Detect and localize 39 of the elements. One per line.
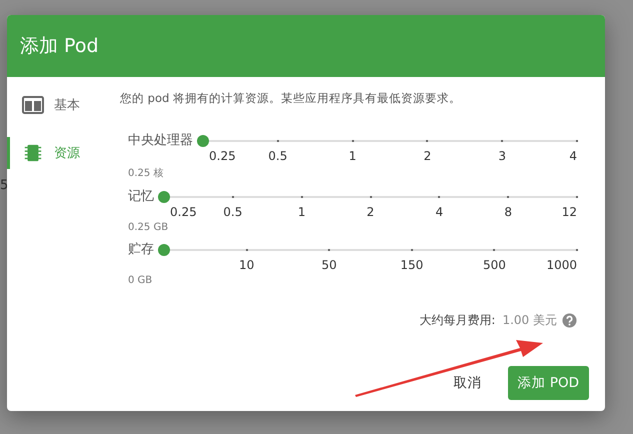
slider-mark-label: 8 <box>504 205 512 219</box>
help-icon[interactable] <box>562 313 577 328</box>
cost-value: 1.00 美元 <box>502 312 557 329</box>
slider-value: 0.25 GB <box>128 222 170 233</box>
slider-mark-label: 10 <box>238 258 254 272</box>
chip-icon <box>22 143 44 163</box>
slider-mark-label: 1 <box>348 149 356 163</box>
slider-mark-label: 4 <box>436 205 444 219</box>
slider-thumb[interactable] <box>158 191 170 203</box>
slider-thumb[interactable] <box>158 244 170 256</box>
slider-value: 0.25 核 <box>128 166 164 180</box>
slider-mark-label: 0.5 <box>268 149 288 163</box>
slider-mark-label: 4 <box>569 149 577 163</box>
slider-mark-label: 2 <box>424 149 432 163</box>
slider-thumb[interactable] <box>197 135 209 147</box>
slider-mark-label: 500 <box>482 258 506 272</box>
slider-mark-label: 150 <box>400 258 424 272</box>
dialog-title: 添加 Pod <box>20 34 99 59</box>
background-text: 5 <box>0 178 8 193</box>
slider-value: 0 GB <box>128 275 154 286</box>
add-button[interactable]: 添加 POD <box>508 366 589 400</box>
sidebar-item[interactable]: 基本 <box>7 89 107 121</box>
slider-mark-label: 0.25 <box>170 205 197 219</box>
slider-label: 中央处理器 <box>128 132 193 150</box>
slider-mark-label: 2 <box>366 205 374 219</box>
cancel-button[interactable]: 取消 <box>442 366 494 400</box>
slider-mark-label: 0.25 <box>209 149 236 163</box>
slider-label: 记忆 <box>128 188 154 206</box>
cost-label: 大约每月费用: <box>419 312 496 329</box>
slider-label: 贮存 <box>128 241 154 259</box>
sidebar-item[interactable]: 资源 <box>7 137 107 169</box>
slider-mark-label: 50 <box>322 258 337 272</box>
slider-mark-label: 0.5 <box>223 205 242 219</box>
slider-mark-label: 1000 <box>546 258 577 272</box>
columns-icon <box>22 95 44 115</box>
slider-mark-label: 12 <box>562 205 577 219</box>
description-text: 您的 pod 将拥有的计算资源。某些应用程序具有最低资源要求。 <box>120 91 462 106</box>
slider-mark-label: 1 <box>298 205 306 219</box>
slider-mark-label: 3 <box>498 149 506 163</box>
